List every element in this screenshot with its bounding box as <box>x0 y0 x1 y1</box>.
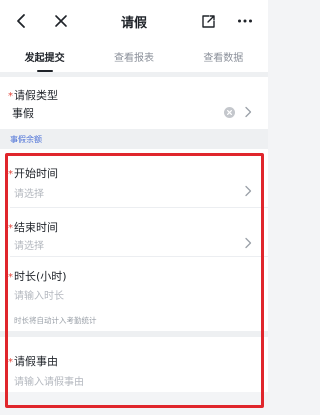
tab-label: 查看报表 <box>113 53 154 64</box>
required-mark: * <box>8 357 13 368</box>
start-time-field[interactable]: *开始时间 请选择 <box>0 149 268 207</box>
duration-hint: 时长将自动计入考勤统计 <box>14 316 97 325</box>
duration-label: *时长(小时) <box>8 270 67 283</box>
chevron-right-icon <box>245 185 252 197</box>
required-mark: * <box>8 272 13 283</box>
start-time-label: *开始时间 <box>8 167 58 180</box>
clear-icon[interactable] <box>224 107 235 118</box>
tab-bar: 发起提交 查看报表 查看数据 <box>0 42 268 72</box>
reason-label: *请假事由 <box>8 355 58 368</box>
page-title: 请假 <box>120 16 147 31</box>
tab-submit[interactable]: 发起提交 <box>0 42 89 72</box>
tab-data[interactable]: 查看数据 <box>179 42 268 72</box>
bottom-spacer <box>0 392 268 415</box>
required-mark: * <box>8 169 13 180</box>
end-time-label: *结束时间 <box>8 221 58 234</box>
tab-label: 查看数据 <box>203 53 244 64</box>
duration-input[interactable]: 请输入时长 <box>14 287 64 302</box>
leave-type-field[interactable]: *请假类型 事假 <box>0 77 268 129</box>
chevron-right-icon <box>245 237 252 249</box>
more-icon <box>238 19 252 23</box>
chevron-right-icon <box>245 106 252 118</box>
required-mark: * <box>8 91 13 102</box>
leave-type-value: 事假 <box>12 107 34 120</box>
required-mark: * <box>8 223 13 234</box>
end-time-field[interactable]: *结束时间 请选择 <box>0 208 268 256</box>
leave-balance-label: 事假余额 <box>0 129 268 149</box>
duration-field[interactable]: *时长(小时) 请输入时长 时长将自动计入考勤统计 <box>0 257 268 331</box>
more-button[interactable] <box>234 10 256 32</box>
reason-field[interactable]: *请假事由 请输入请假事由 <box>0 337 268 392</box>
share-icon <box>201 14 215 28</box>
navbar: 请假 <box>0 0 268 42</box>
share-button[interactable] <box>197 10 219 32</box>
time-fields-group: *开始时间 请选择 *结束时间 请选择 *时长(小时) 请输入时长 时长将自动计… <box>0 149 268 331</box>
tab-label: 发起提交 <box>24 53 65 64</box>
leave-type-label: *请假类型 <box>8 89 58 102</box>
end-time-placeholder: 请选择 <box>14 241 44 252</box>
start-time-placeholder: 请选择 <box>14 189 44 200</box>
tab-report[interactable]: 查看报表 <box>89 42 178 72</box>
reason-input[interactable]: 请输入请假事由 <box>14 373 84 388</box>
